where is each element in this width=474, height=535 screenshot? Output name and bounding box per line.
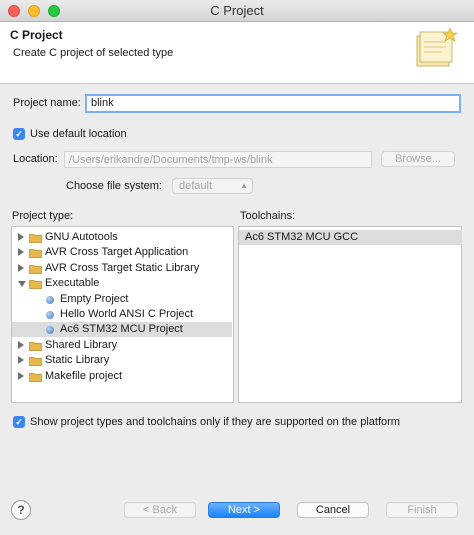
tree-item[interactable]: AVR Cross Target Static Library [12, 261, 232, 276]
chevron-updown-icon: ▲ [240, 181, 248, 190]
title-bar: C Project [0, 0, 474, 22]
tree-item[interactable]: Empty Project [12, 292, 232, 307]
tree-item-label: Makefile project [45, 369, 123, 382]
tree-item[interactable]: Ac6 STM32 MCU Project [12, 322, 232, 338]
chevron-right-icon[interactable] [18, 263, 24, 272]
location-label: Location: [13, 153, 58, 165]
folder-icon [29, 357, 42, 367]
folder-icon [29, 341, 42, 351]
tree-item-label: AVR Cross Target Static Library [45, 261, 200, 274]
project-type-label: Project type: [12, 210, 74, 222]
project-type-tree[interactable]: GNU Autotools AVR Cross Target Applicatio… [11, 226, 234, 403]
toolchain-item[interactable]: Ac6 STM32 MCU GCC [239, 230, 462, 245]
folder-icon [29, 264, 42, 274]
wizard-banner-icon [416, 27, 458, 67]
bullet-icon [46, 326, 54, 335]
tree-item-label: AVR Cross Target Application [45, 246, 189, 259]
project-name-input[interactable]: blink [85, 94, 461, 113]
file-system-label: Choose file system: [66, 180, 162, 192]
browse-button[interactable]: Browse... [381, 151, 455, 167]
cancel-button[interactable]: Cancel [297, 502, 369, 518]
use-default-location-checkbox[interactable]: ✓ [13, 128, 25, 140]
folder-icon [29, 234, 42, 243]
tree-item-label: GNU Autotools [45, 231, 118, 243]
tree-item[interactable]: Executable [12, 276, 232, 291]
tree-item[interactable]: AVR Cross Target Application [12, 245, 232, 260]
tree-item[interactable]: GNU Autotools [12, 230, 232, 245]
folder-icon [29, 372, 42, 382]
file-system-value: default [179, 180, 213, 192]
location-input[interactable]: /Users/erikandre/Documents/tmp-ws/blink [64, 151, 372, 168]
tree-item[interactable]: Shared Library [12, 338, 232, 353]
back-button[interactable]: < Back [124, 502, 196, 518]
tree-item-label: Hello World ANSI C Project [60, 308, 194, 320]
show-supported-only-label: Show project types and toolchains only i… [30, 416, 400, 428]
finish-button[interactable]: Finish [386, 502, 458, 518]
tree-item-label: Ac6 STM32 MCU Project [60, 323, 183, 336]
tree-item-label: Static Library [45, 354, 110, 367]
folder-icon [29, 249, 42, 259]
file-system-select[interactable]: default ▲ [172, 178, 253, 194]
chevron-down-icon[interactable] [18, 281, 26, 288]
use-default-location-label: Use default location [30, 128, 127, 140]
bullet-icon [46, 295, 54, 304]
chevron-right-icon[interactable] [18, 356, 24, 365]
wizard-header: C Project Create C project of selected t… [0, 22, 474, 84]
help-icon[interactable]: ? [11, 500, 31, 520]
tree-item[interactable]: Makefile project [12, 369, 232, 384]
wizard-title: C Project [10, 28, 63, 42]
project-name-label: Project name: [13, 97, 81, 109]
tree-item-label: Empty Project [60, 292, 129, 305]
next-button[interactable]: Next > [208, 502, 280, 518]
tree-item-label: Shared Library [45, 338, 118, 351]
tree-item[interactable]: Hello World ANSI C Project [12, 307, 232, 322]
wizard-description: Create C project of selected type [13, 47, 174, 59]
toolchains-list[interactable]: Ac6 STM32 MCU GCC [238, 226, 462, 403]
tree-item-label: Executable [45, 277, 100, 290]
chevron-right-icon[interactable] [18, 340, 24, 349]
toolchains-label: Toolchains: [240, 210, 296, 222]
chevron-right-icon[interactable] [18, 233, 24, 241]
bullet-icon [46, 311, 54, 319]
tree-item[interactable]: Static Library [12, 353, 232, 368]
chevron-right-icon[interactable] [18, 371, 24, 380]
folder-icon [29, 280, 42, 290]
window-title: C Project [210, 3, 264, 18]
chevron-right-icon[interactable] [18, 248, 24, 257]
show-supported-only-checkbox[interactable]: ✓ [13, 416, 25, 428]
